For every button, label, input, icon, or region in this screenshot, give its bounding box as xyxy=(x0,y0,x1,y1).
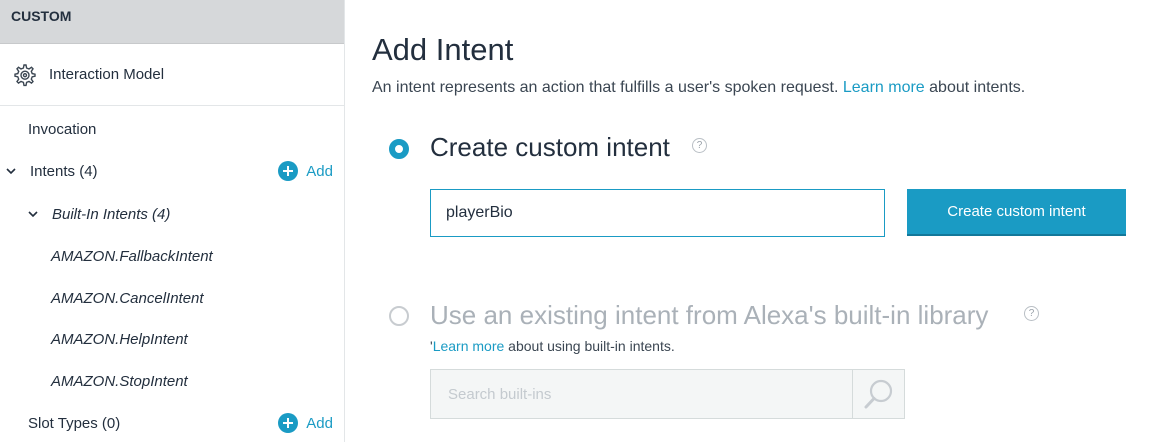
main-content: Add Intent An intent represents an actio… xyxy=(372,0,1152,442)
learn-more-link[interactable]: Learn more xyxy=(843,79,925,96)
page-title: Add Intent xyxy=(372,32,514,67)
builtin-description: 'Learn more about using built-in intents… xyxy=(430,338,675,354)
chevron-down-icon[interactable] xyxy=(5,165,17,177)
intents-label: Intents (4) xyxy=(30,162,98,180)
add-label: Add xyxy=(306,414,333,432)
gear-icon xyxy=(14,63,36,86)
add-slot-type-button[interactable]: Add xyxy=(278,413,333,433)
slot-types-label: Slot Types (0) xyxy=(28,414,121,432)
help-icon[interactable]: ? xyxy=(1024,306,1039,321)
page-description: An intent represents an action that fulf… xyxy=(372,79,1025,97)
sidebar-item-invocation[interactable]: Invocation xyxy=(0,117,344,141)
intent-label: AMAZON.HelpIntent xyxy=(51,330,188,348)
create-custom-intent-button[interactable]: Create custom intent xyxy=(907,189,1126,234)
chevron-down-icon[interactable] xyxy=(27,208,39,220)
custom-intent-radio[interactable] xyxy=(389,139,409,159)
add-intent-button[interactable]: Add xyxy=(278,161,333,181)
search-icon xyxy=(864,379,892,409)
intent-label: AMAZON.FallbackIntent xyxy=(51,247,213,265)
sidebar-item-builtin-intents[interactable]: Built-In Intents (4) xyxy=(0,202,344,226)
plus-circle-icon xyxy=(278,413,299,433)
sidebar-item-fallback-intent[interactable]: AMAZON.FallbackIntent xyxy=(0,244,344,268)
intent-name-input[interactable] xyxy=(430,189,885,237)
builtin-intent-radio[interactable] xyxy=(389,306,409,326)
sidebar-item-stop-intent[interactable]: AMAZON.StopIntent xyxy=(0,369,344,393)
sidebar-item-label: Interaction Model xyxy=(49,66,165,83)
learn-more-link[interactable]: Learn more xyxy=(433,338,505,354)
plus-circle-icon xyxy=(278,161,299,181)
description-text: about intents. xyxy=(924,79,1026,96)
builtin-intent-label[interactable]: Use an existing intent from Alexa's buil… xyxy=(430,300,988,331)
sidebar-item-interaction-model[interactable]: Interaction Model xyxy=(0,44,344,106)
intent-label: AMAZON.StopIntent xyxy=(51,372,188,390)
sidebar-item-intents[interactable]: Intents (4) Add xyxy=(0,159,344,183)
builtin-search xyxy=(430,369,905,419)
sidebar: CUSTOM Interaction Model Invocation Inte… xyxy=(0,0,345,442)
description-text: about using built-in intents. xyxy=(504,338,675,354)
intent-label: AMAZON.CancelIntent xyxy=(51,289,204,307)
sidebar-item-cancel-intent[interactable]: AMAZON.CancelIntent xyxy=(0,286,344,310)
sidebar-header: CUSTOM xyxy=(0,0,344,44)
sidebar-item-help-intent[interactable]: AMAZON.HelpIntent xyxy=(0,327,344,351)
sidebar-item-slot-types[interactable]: Slot Types (0) Add xyxy=(0,411,344,435)
help-icon[interactable]: ? xyxy=(692,138,707,153)
add-label: Add xyxy=(306,162,333,180)
invocation-label: Invocation xyxy=(28,120,97,138)
search-input[interactable] xyxy=(431,370,851,418)
description-text: An intent represents an action that fulf… xyxy=(372,79,843,96)
custom-intent-label[interactable]: Create custom intent xyxy=(430,132,670,163)
builtin-intents-label: Built-In Intents (4) xyxy=(52,205,171,223)
search-button[interactable] xyxy=(852,370,904,418)
